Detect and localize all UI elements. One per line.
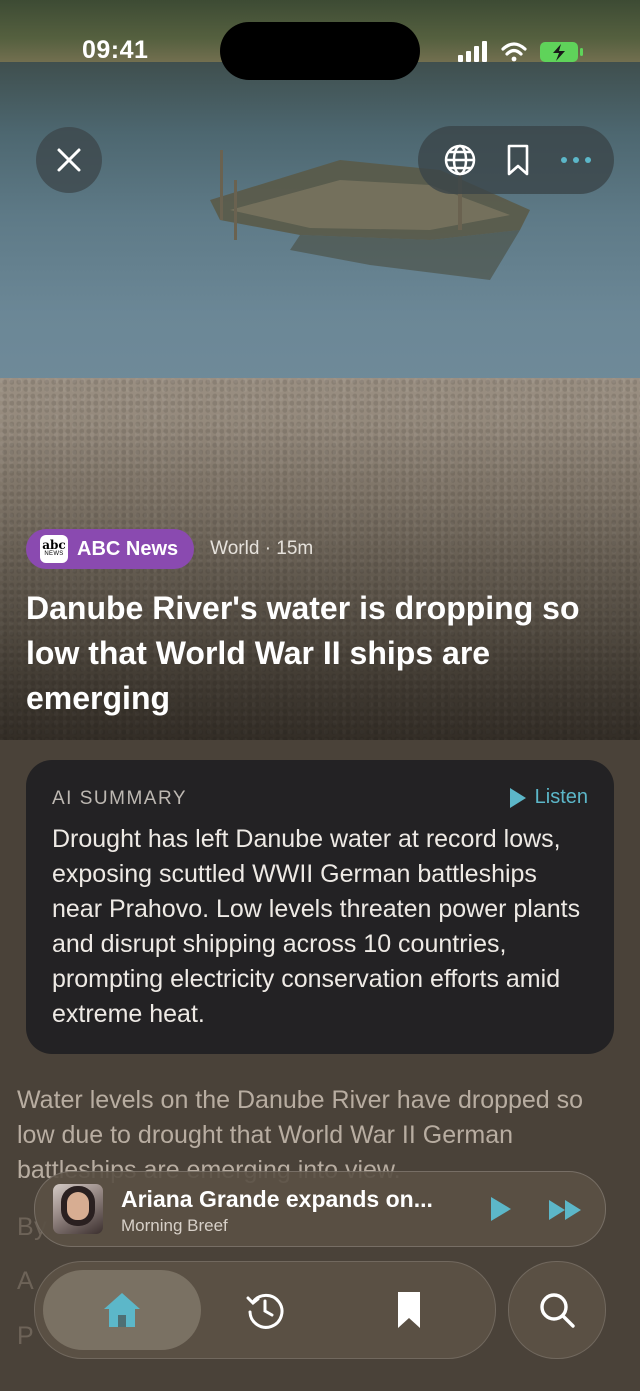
tab-bar [34,1261,496,1359]
podcast-artwork [53,1184,103,1234]
status-icons [458,41,583,62]
summary-text: Drought has left Danube water at record … [52,825,581,1028]
listen-label: Listen [534,786,588,808]
ai-summary-card: AI SUMMARY Listen Drought has left Danub… [26,760,614,1054]
status-bar: 09:41 [0,0,640,100]
bookmark-button[interactable] [498,140,538,180]
status-time: 09:41 [82,36,149,64]
dateline-obscured: A [17,1267,35,1295]
close-icon [57,148,81,172]
globe-icon [444,144,476,176]
article-headline: Danube River's water is dropping so low … [26,590,580,716]
source-badge[interactable]: abc NEWS ABC News [26,529,195,569]
play-icon [509,787,526,808]
more-icon [561,157,591,163]
battery-icon [540,42,583,62]
bookmark-icon [507,144,529,176]
search-icon [540,1293,575,1328]
abc-news-logo: abc NEWS [40,535,68,563]
tab-home[interactable] [35,1262,209,1358]
article-meta: abc NEWS ABC News World · 15m [26,528,313,570]
search-button[interactable] [508,1261,606,1359]
summary-label: AI SUMMARY [52,788,188,809]
play-button[interactable] [491,1197,511,1221]
article-section-time: World · 15m [210,538,314,559]
close-button[interactable] [36,127,102,193]
wifi-icon [501,42,527,62]
translate-button[interactable] [440,140,480,180]
now-playing-subtitle: Morning Breef [121,1216,228,1235]
now-playing-title: Ariana Grande expands on... [121,1186,433,1212]
home-icon [104,1293,140,1327]
paragraph-obscured: P [17,1322,35,1350]
history-icon [246,1293,284,1329]
tab-saved[interactable] [353,1262,465,1358]
signal-icon [458,41,487,62]
more-button[interactable] [556,140,596,180]
source-name: ABC News [77,537,179,560]
now-playing-bar[interactable]: Ariana Grande expands on... Morning Bree… [34,1171,606,1247]
bookmark-icon [398,1292,420,1328]
listen-button[interactable]: Listen [509,786,588,809]
tab-history[interactable] [209,1262,321,1358]
fast-forward-button[interactable] [549,1200,583,1220]
dynamic-island [220,22,420,80]
article-actions [418,126,614,194]
